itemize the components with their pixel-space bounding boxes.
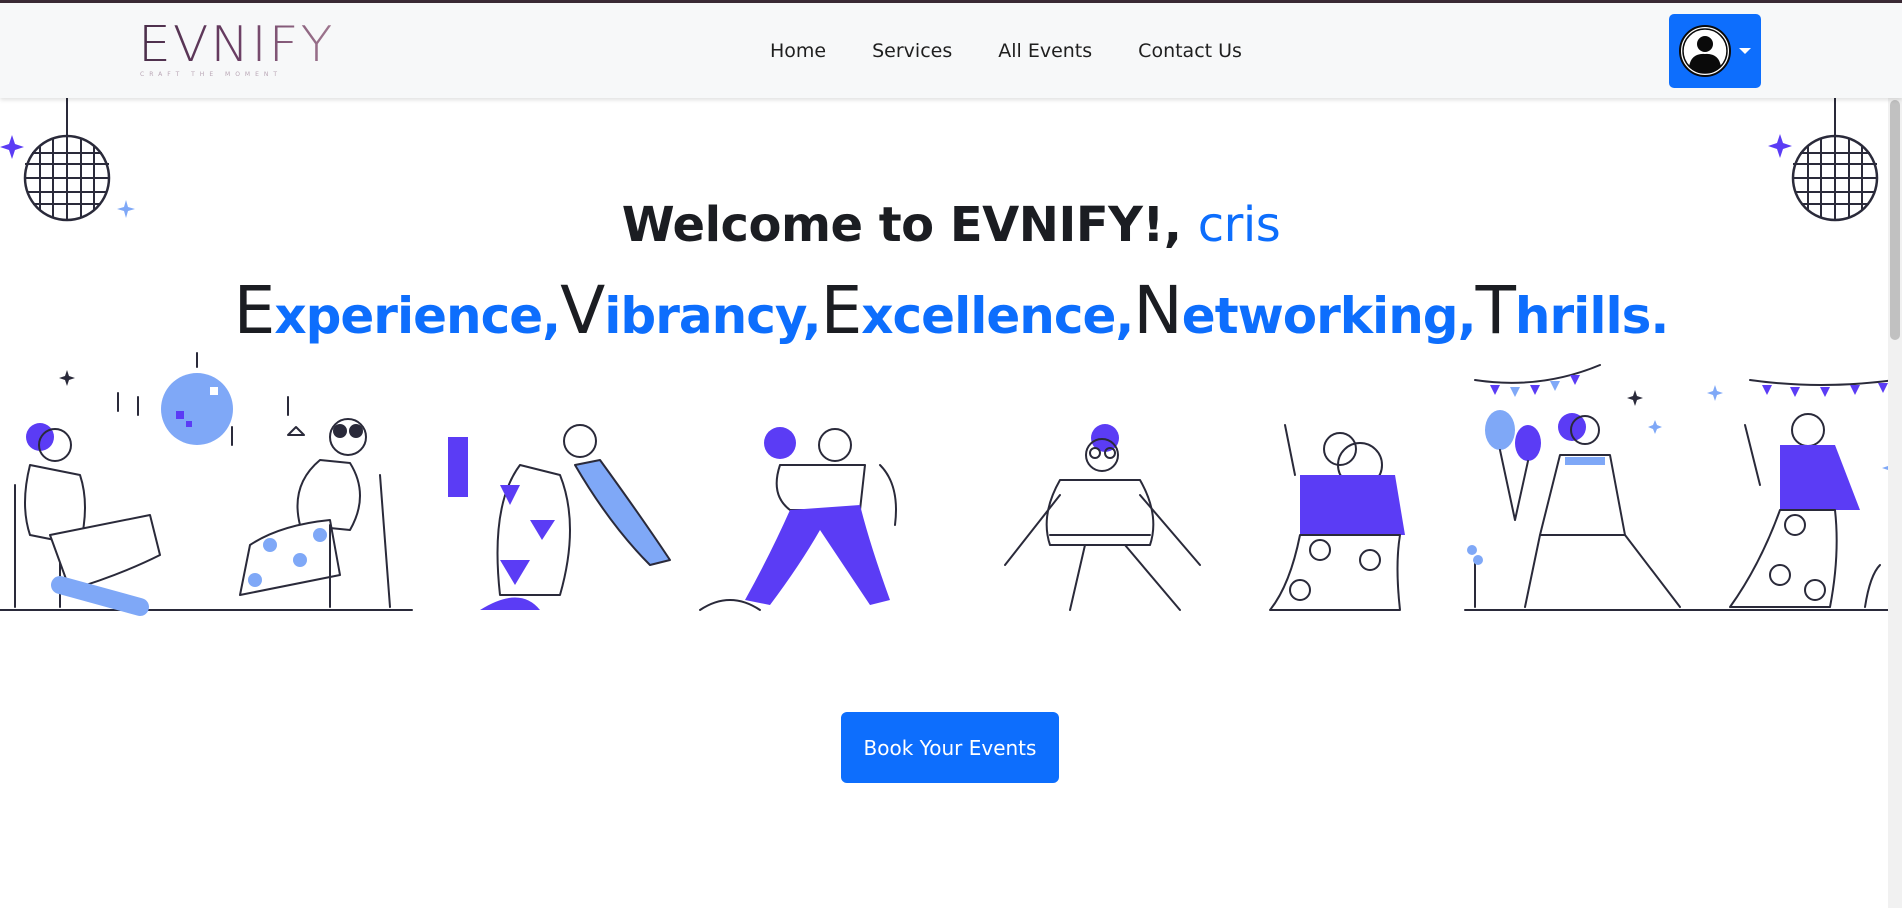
tagline-rest-e2: xcellence, — [861, 287, 1134, 345]
party-illustration — [0, 352, 1898, 616]
tagline-rest-n: etworking, — [1181, 287, 1477, 345]
tagline-rest-t: hrills. — [1514, 287, 1669, 345]
caret-down-icon — [1739, 48, 1751, 54]
scrollbar-thumb[interactable] — [1890, 100, 1900, 340]
logo-text: EVNIFY — [138, 16, 335, 74]
tagline-rest-v: ibrancy, — [604, 287, 821, 345]
brand-logo[interactable]: EVNIFY CRAFT THE MOMENT — [138, 17, 332, 87]
nav-links: Home Services All Events Contact Us — [770, 3, 1288, 98]
logo-tagline: CRAFT THE MOMENT — [140, 71, 283, 78]
nav-link-contact-us[interactable]: Contact Us — [1138, 40, 1242, 62]
acronym-tagline: Experience,Vibrancy,Excellence,Networkin… — [0, 272, 1902, 349]
book-your-events-button[interactable]: Book Your Events — [841, 712, 1059, 783]
tagline-cap-v: V — [560, 272, 605, 349]
tagline-cap-e2: E — [820, 272, 863, 349]
tagline-cap-n: N — [1133, 272, 1182, 349]
welcome-username: cris — [1197, 197, 1281, 253]
nav-link-all-events[interactable]: All Events — [998, 40, 1092, 62]
user-menu-button[interactable] — [1669, 14, 1761, 88]
welcome-prefix: Welcome to EVNIFY!, — [621, 197, 1182, 253]
tagline-rest-e1: xperience, — [274, 287, 561, 345]
user-avatar-icon — [1679, 25, 1731, 77]
nav-link-home[interactable]: Home — [770, 40, 826, 62]
welcome-heading: Welcome to EVNIFY!, cris — [0, 197, 1902, 253]
navbar: EVNIFY CRAFT THE MOMENT Home Services Al… — [0, 3, 1902, 98]
tagline-cap-t: T — [1475, 272, 1516, 349]
tagline-cap-e1: E — [233, 272, 276, 349]
nav-link-services[interactable]: Services — [872, 40, 952, 62]
